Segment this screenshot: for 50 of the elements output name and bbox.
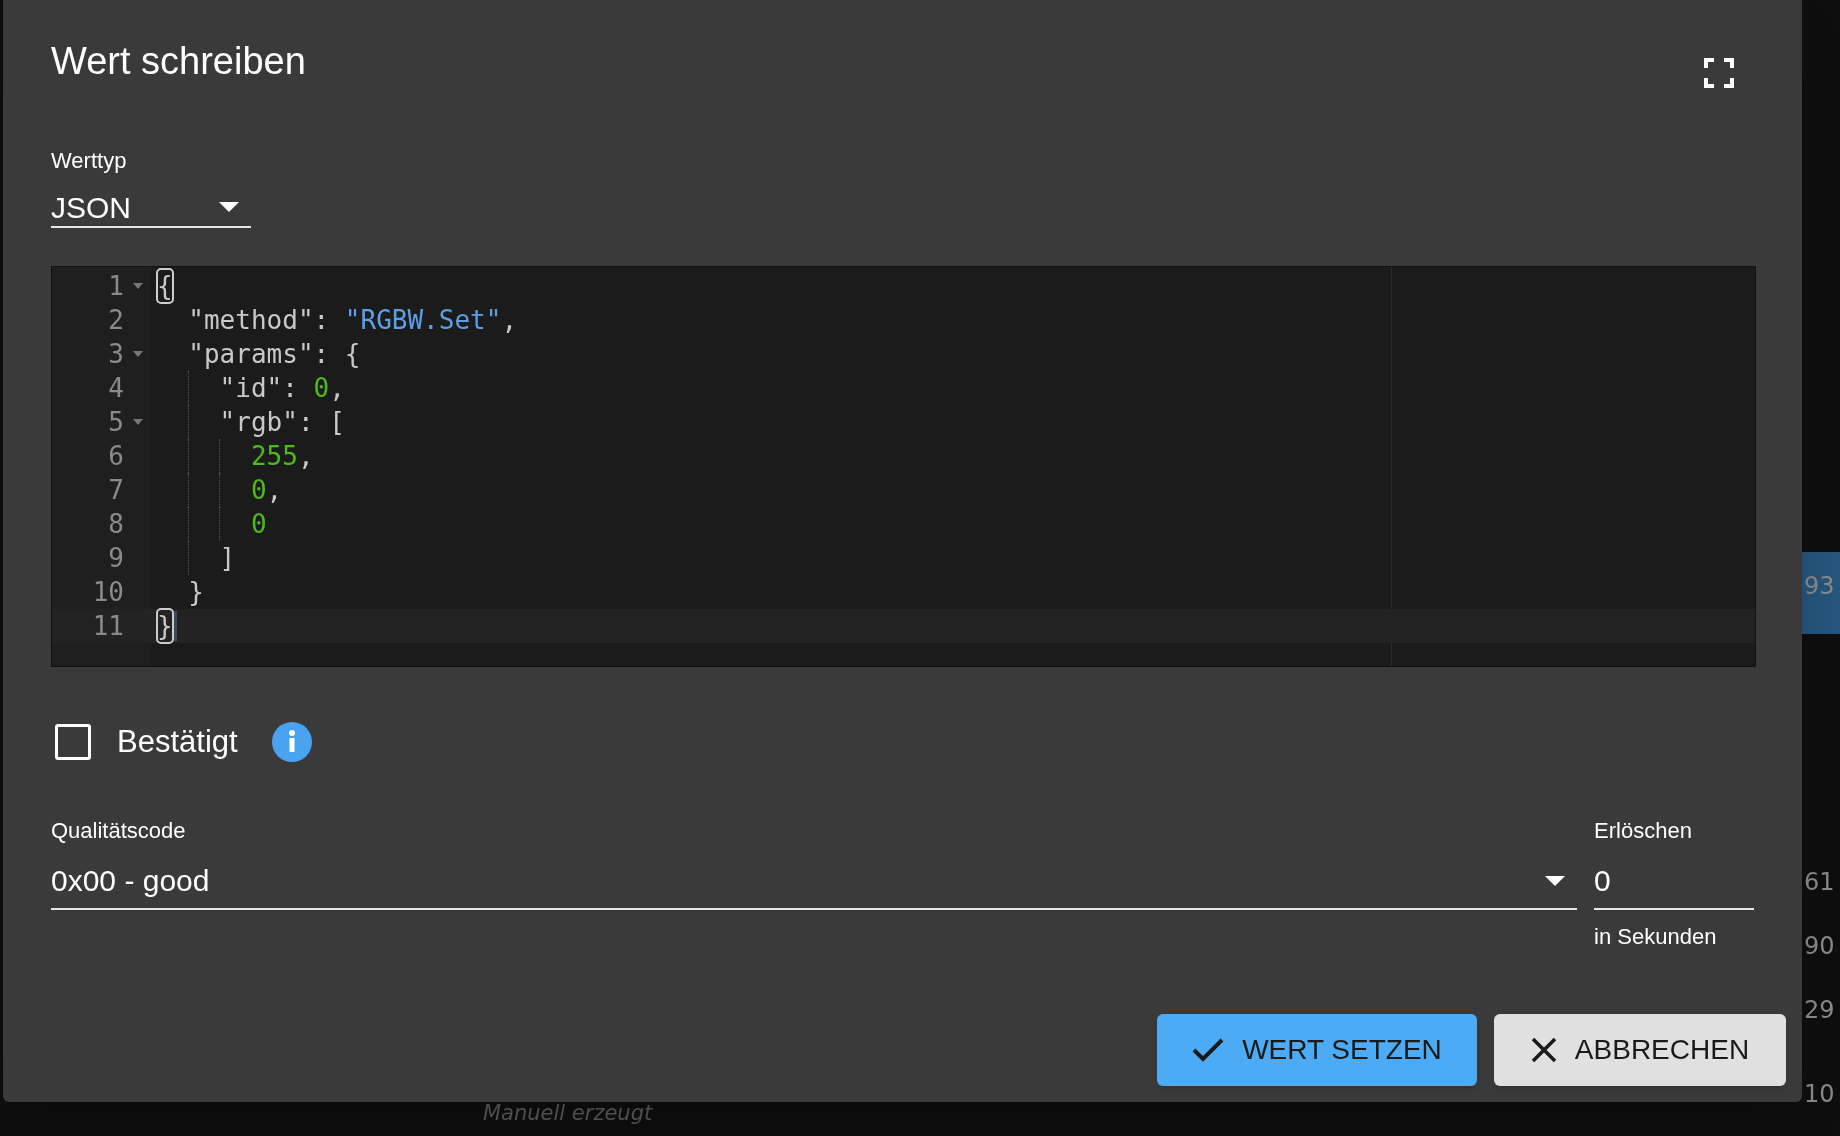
line-number: 3 [107, 337, 124, 371]
submit-button[interactable]: WERT SETZEN [1157, 1014, 1477, 1086]
code-line: "params": { [187, 338, 361, 371]
value-type-select[interactable]: JSON [51, 188, 251, 228]
line-number: 9 [107, 541, 124, 575]
dropdown-caret-icon [1545, 875, 1566, 886]
checkmark-icon [1192, 1037, 1225, 1063]
fold-arrow-icon[interactable] [132, 283, 143, 289]
code-line: 255, [157, 439, 314, 473]
dialog-title: Wert schreiben [51, 42, 306, 80]
code-line: } [187, 576, 204, 609]
table-cell-text: 93 [1804, 571, 1835, 602]
cancel-button[interactable]: ABBRECHEN [1494, 1014, 1786, 1086]
info-icon[interactable] [271, 722, 312, 763]
line-number: 6 [107, 439, 124, 473]
line-number: 8 [107, 507, 124, 541]
field-label: Erlöschen [1594, 819, 1693, 842]
checkbox[interactable] [55, 724, 91, 761]
line-number: 7 [107, 473, 124, 507]
code-line: "id": 0, [157, 371, 345, 405]
caption-text: Manuell erzeugt [483, 1100, 653, 1127]
expire-input[interactable]: 0 [1594, 853, 1754, 910]
close-icon [1530, 1037, 1557, 1063]
code-line: } [157, 609, 177, 643]
quality-select[interactable]: 0x00 - good [51, 853, 1578, 910]
line-number: 4 [107, 371, 124, 405]
field-label: Qualitätscode [51, 819, 187, 842]
code-line: 0, [157, 473, 283, 507]
code-line: 0 [157, 507, 267, 541]
field-label: Werttyp [51, 150, 128, 172]
fold-arrow-icon[interactable] [132, 419, 143, 425]
code-line: { [157, 269, 173, 303]
dropdown-caret-icon [219, 202, 239, 212]
code-line: "rgb": [ [157, 405, 345, 439]
code-line: "method": "RGBW.Set", [187, 304, 518, 337]
line-number: 1 [107, 269, 124, 303]
table-cell-text: 29 [1804, 995, 1835, 1026]
fold-arrow-icon[interactable] [132, 351, 143, 357]
line-number: 11 [91, 609, 124, 643]
checkbox-label: Bestätigt [117, 723, 238, 761]
helper-text: in Sekunden [1594, 925, 1718, 948]
line-number: 10 [91, 575, 124, 609]
code-editor[interactable]: 1 { 2 "method": "RGBW.Set", 3 "params": { 4 "id": 0, 5 "rgb": [ 6 255, 7 0, 8 0 9 ] 10 } 11 } [51, 266, 1756, 667]
table-cell-text: 10 [1804, 1079, 1835, 1110]
fullscreen-icon[interactable] [1704, 58, 1734, 88]
table-cell-text: 61 [1804, 867, 1835, 898]
code-line: ] [157, 541, 236, 575]
table-cell-text: 90 [1804, 931, 1835, 962]
line-number: 5 [107, 405, 124, 439]
line-number: 2 [107, 303, 124, 337]
